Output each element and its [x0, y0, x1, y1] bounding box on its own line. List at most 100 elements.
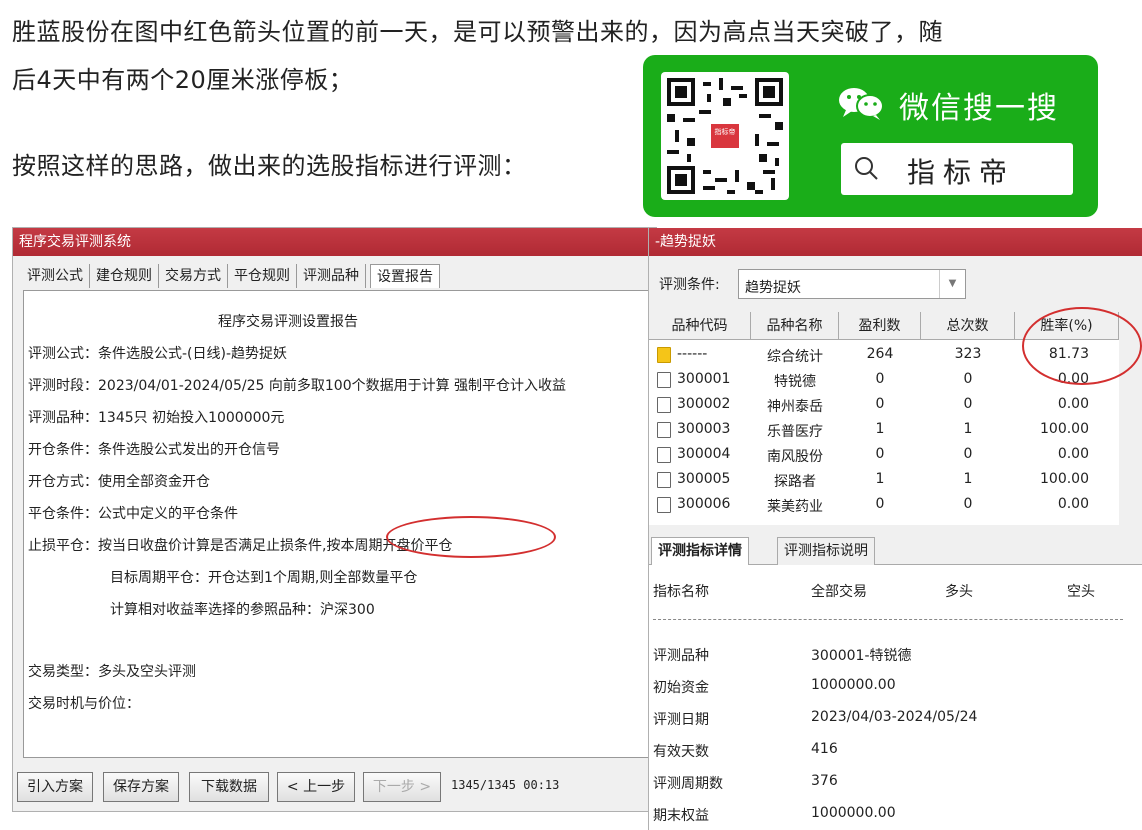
document-icon: [657, 447, 671, 463]
report-line: 评测公式：条件选股公式-(日线)-趋势捉妖: [28, 346, 288, 362]
folder-icon: [657, 347, 671, 363]
import-plan-button[interactable]: 引入方案: [17, 772, 93, 802]
wechat-search-box[interactable]: 指标帝: [841, 143, 1073, 195]
tab-open-rules[interactable]: 建仓规则: [90, 264, 159, 288]
prev-step-button[interactable]: < 上一步: [277, 772, 355, 802]
wechat-search-text: 指标帝: [907, 156, 1016, 189]
table-row[interactable]: 300005 探路者 1 1 100.00: [649, 468, 1119, 493]
table-cell-total: 1: [963, 471, 973, 487]
table-cell-name: 探路者: [774, 474, 816, 490]
table-cell-rate: 0.00: [1057, 446, 1089, 462]
wechat-icon: [839, 88, 884, 120]
report-title: 程序交易评测设置报告: [218, 314, 358, 330]
table-cell-name: 南风股份: [767, 449, 823, 465]
evaluation-system-window: 程序交易评测系统 评测公式 建仓规则 交易方式 平仓规则 评测品种 设置报告 程…: [12, 227, 657, 812]
table-cell-rate: 0.00: [1057, 396, 1089, 412]
table-cell-total: 0: [963, 446, 973, 462]
tab-indicator-description[interactable]: 评测指标说明: [777, 537, 875, 565]
indicator-details-panel: 指标名称 全部交易 多头 空头 评测品种 300001-特锐德 初始资金 100000…: [649, 565, 1142, 830]
table-cell-rate: 100.00: [1040, 421, 1089, 437]
wechat-search-title: 微信搜一搜: [899, 91, 1059, 126]
table-row[interactable]: 300004 南风股份 0 0 0.00: [649, 443, 1119, 468]
table-cell-profit: 0: [875, 446, 885, 462]
report-line: 评测品种：1345只 初始投入1000000元: [28, 410, 285, 426]
table-cell-total: 0: [963, 371, 973, 387]
table-cell-name: 综合统计: [767, 349, 823, 365]
detail-tabs: 评测指标详情 评测指标说明: [649, 533, 1142, 565]
table-cell-profit: 0: [875, 396, 885, 412]
table-row[interactable]: 300002 神州泰岳 0 0 0.00: [649, 393, 1119, 418]
report-line: 目标周期平仓：开仓达到1个周期,则全部数量平仓: [110, 570, 418, 586]
tab-close-rules[interactable]: 平仓规则: [228, 264, 297, 288]
table-row[interactable]: 300006 莱美药业 0 0 0.00: [649, 493, 1119, 518]
detail-label: 有效天数: [653, 744, 709, 760]
column-header[interactable]: 品种代码: [649, 312, 751, 340]
tab-trade-mode[interactable]: 交易方式: [159, 264, 228, 288]
chevron-down-icon[interactable]: ▼: [939, 270, 965, 298]
qr-code: 指标帝: [661, 72, 789, 200]
right-window-title: -趋势捉妖: [649, 228, 1142, 256]
table-cell-code: 300002: [677, 396, 731, 412]
table-row[interactable]: 300003 乐普医疗 1 1 100.00: [649, 418, 1119, 443]
condition-select[interactable]: 趋势捉妖 ▼: [738, 269, 966, 299]
table-cell-profit: 0: [875, 371, 885, 387]
detail-label: 期末权益: [653, 808, 709, 824]
wechat-search-banner[interactable]: 指标帝 微信搜一搜 指标帝: [643, 55, 1098, 217]
table-cell-profit: 0: [875, 496, 885, 512]
button-bar: 引入方案 保存方案 下载数据 < 上一步 下一步 > 1345/1345 00:…: [13, 768, 656, 808]
detail-header: 指标名称: [653, 584, 709, 600]
report-line: 开仓方式：使用全部资金开仓: [28, 474, 210, 490]
column-header[interactable]: 总次数: [921, 312, 1015, 340]
download-data-button[interactable]: 下载数据: [189, 772, 269, 802]
document-icon: [657, 497, 671, 513]
save-plan-button[interactable]: 保存方案: [103, 772, 179, 802]
detail-value: 1000000.00: [811, 805, 896, 821]
tab-settings-report[interactable]: 设置报告: [370, 264, 440, 288]
document-icon: [657, 372, 671, 388]
report-line: 开仓条件：条件选股公式发出的开仓信号: [28, 442, 280, 458]
report-line: 计算相对收益率选择的参照品种：沪深300: [110, 602, 375, 618]
table-cell-code: 300004: [677, 446, 731, 462]
detail-header: 全部交易: [811, 584, 867, 600]
article-line-2: 后4天中有两个20厘米涨停板；: [12, 66, 354, 94]
highlight-ellipse-stop-loss: [386, 516, 556, 558]
search-icon: [855, 157, 878, 180]
column-header[interactable]: 品种名称: [751, 312, 839, 340]
table-cell-name: 特锐德: [774, 374, 816, 390]
tab-securities[interactable]: 评测品种: [297, 264, 366, 288]
table-cell-name: 莱美药业: [767, 499, 823, 515]
tab-formula[interactable]: 评测公式: [21, 264, 90, 288]
left-window-title: 程序交易评测系统: [13, 228, 656, 256]
table-cell-profit: 1: [875, 421, 885, 437]
condition-label: 评测条件:: [659, 277, 720, 293]
report-line: 交易时机与价位：: [28, 696, 140, 712]
table-cell-profit: 1: [875, 471, 885, 487]
qr-logo: 指标帝: [709, 122, 741, 150]
article-line-3: 按照这样的思路，做出来的选股指标进行评测：: [12, 152, 527, 180]
article-line-1: 胜蓝股份在图中红色箭头位置的前一天，是可以预警出来的，因为高点当天突破了，随: [12, 18, 943, 46]
tab-indicator-details[interactable]: 评测指标详情: [651, 537, 749, 565]
column-header[interactable]: 盈利数: [839, 312, 921, 340]
progress-status: 1345/1345 00:13: [451, 778, 560, 792]
report-line: 评测时段：2023/04/01-2024/05/25 向前多取100个数据用于计…: [28, 378, 567, 394]
settings-tabs: 评测公式 建仓规则 交易方式 平仓规则 评测品种 设置报告: [21, 264, 440, 290]
table-cell-name: 神州泰岳: [767, 399, 823, 415]
table-cell-name: 乐普医疗: [767, 424, 823, 440]
divider: [653, 619, 1123, 620]
detail-label: 评测日期: [653, 712, 709, 728]
table-cell-code: 300005: [677, 471, 731, 487]
detail-header: 空头: [1067, 584, 1095, 600]
condition-value: 趋势捉妖: [745, 280, 801, 296]
detail-value: 1000000.00: [811, 677, 896, 693]
next-step-button[interactable]: 下一步 >: [363, 772, 441, 802]
detail-label: 评测周期数: [653, 776, 723, 792]
table-cell-code: 300006: [677, 496, 731, 512]
highlight-ellipse-win-rate: [1022, 307, 1142, 385]
detail-label: 评测品种: [653, 648, 709, 664]
detail-value: 416: [811, 741, 838, 757]
detail-value: 2023/04/03-2024/05/24: [811, 709, 978, 725]
table-cell-profit: 264: [866, 346, 894, 362]
document-icon: [657, 472, 671, 488]
report-line: 平仓条件：公式中定义的平仓条件: [28, 506, 238, 522]
report-line: 交易类型：多头及空头评测: [28, 664, 196, 680]
